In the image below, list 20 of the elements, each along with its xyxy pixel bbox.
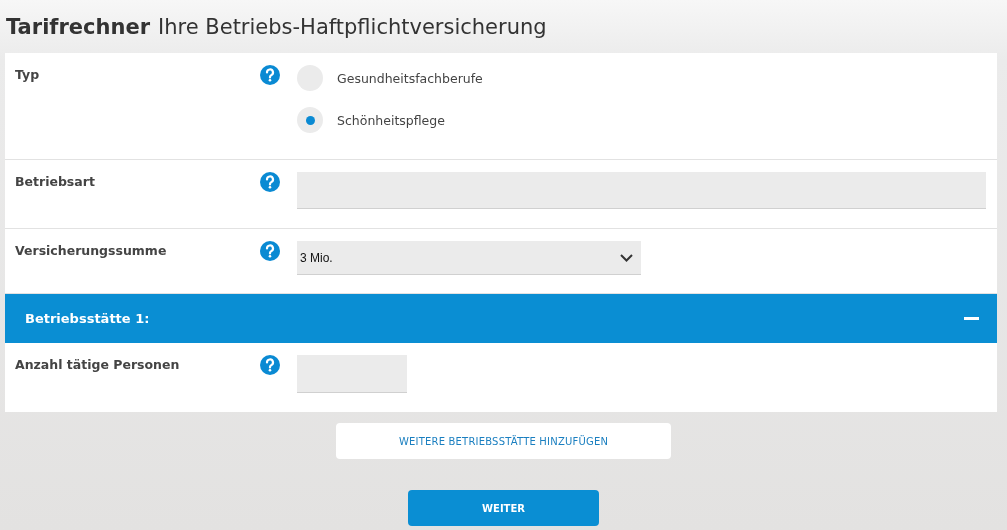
help-icon[interactable] xyxy=(260,65,280,85)
section-title: Betriebsstätte 1: xyxy=(25,311,150,326)
input-field[interactable] xyxy=(297,355,407,393)
option-label: Gesundheitsfachberufe xyxy=(337,70,483,86)
next-button[interactable]: WEITER xyxy=(408,490,599,526)
help-icon[interactable] xyxy=(260,172,280,192)
brand-title: Tarifrechner xyxy=(6,14,151,39)
field-label: Versicherungssumme xyxy=(15,242,168,260)
field-label: Typ xyxy=(15,66,41,84)
page-title: Ihre Betriebs-Haftpflichtversicherung xyxy=(158,14,547,39)
help-icon[interactable] xyxy=(260,355,280,375)
option-label: Schönheitspflege xyxy=(337,112,445,128)
radio-button[interactable] xyxy=(297,107,323,133)
add-location-button[interactable]: WEITERE BETRIEBSSTÄTTE HINZUFÜGEN xyxy=(336,423,671,459)
field-label: Anzahl tätige Personen xyxy=(15,356,181,374)
select-field[interactable]: 3 Mio. xyxy=(297,241,641,275)
field-label: Betriebsart xyxy=(15,173,96,191)
chevron-down-icon xyxy=(620,253,633,262)
input-field[interactable] xyxy=(297,172,986,209)
help-icon[interactable] xyxy=(260,241,280,261)
